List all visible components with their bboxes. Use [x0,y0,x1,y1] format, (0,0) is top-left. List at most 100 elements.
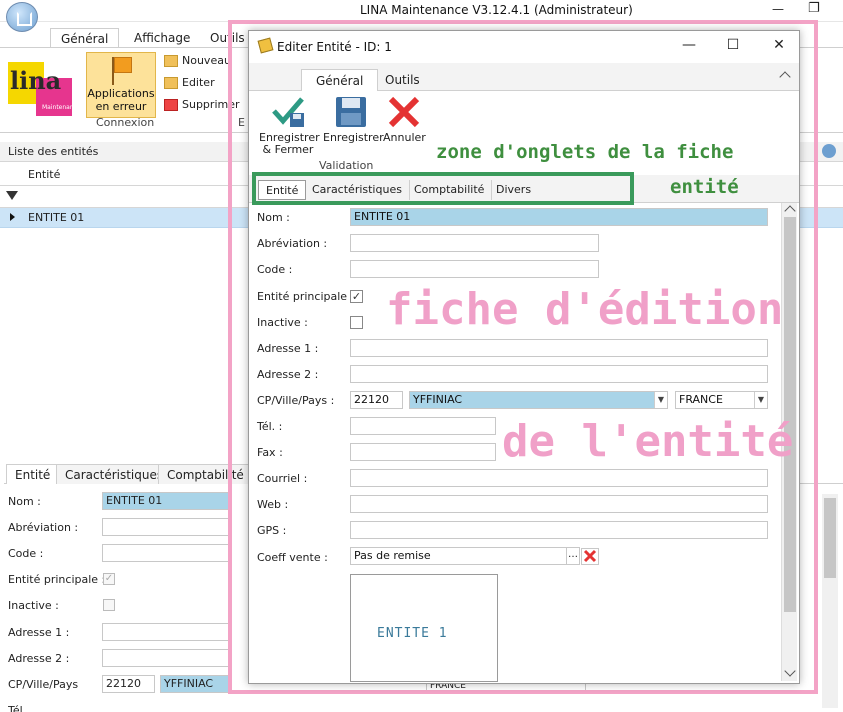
label-adresse2: Adresse 2 : [257,368,319,381]
nom-field[interactable]: ENTITE 01 [350,208,768,226]
annotation-fiche-2: de l'entité [502,416,794,467]
delete-icon [164,99,178,111]
edit-pencil-icon [257,37,274,54]
detail-label-code: Code : [8,547,44,560]
inactive-checkbox[interactable] [350,316,363,329]
detail-label-adresse2: Adresse 2 : [8,652,70,665]
detail-label-adresse1: Adresse 1 : [8,626,70,639]
gps-field[interactable] [350,521,768,539]
abreviation-field[interactable] [350,234,599,252]
collapse-ribbon-icon[interactable] [779,71,791,83]
flag-icon [110,57,132,87]
app-titlebar: LINA Maintenance V3.12.4.1 (Administrate… [0,0,843,32]
dialog-ribbon-tabs: Général Outils [249,63,799,92]
dialog-title: Editer Entité - ID: 1 [277,40,392,54]
new-icon [164,55,178,67]
label-courriel: Courriel : [257,472,308,485]
detail-label-tel: Tél. [8,704,27,712]
detail-ville-field[interactable]: YFFINIAC [160,675,232,693]
app-error-button[interactable]: Applications en erreur [86,52,156,118]
adresse1-field[interactable] [350,339,768,357]
annotation-fiche-1: fiche d'édition [386,284,784,335]
annotation-zone-onglets-1: zone d'onglets de la fiche [436,141,734,163]
pays-value: FRANCE [679,393,723,406]
nouveau-button[interactable]: Nouveau [164,54,231,74]
cancel-button[interactable]: Annuler [383,95,426,144]
lina-logo: lina Maintenance [8,56,81,124]
coeff-clear-x-icon[interactable] [581,548,599,565]
detail-tab-entite[interactable]: Entité [6,464,60,484]
app-title: LINA Maintenance V3.12.4.1 (Administrate… [360,3,633,17]
minimize-icon[interactable]: — [772,2,784,16]
save-close-icon [272,97,304,127]
detail-label-inactive: Inactive : [8,599,59,612]
label-nom: Nom : [257,211,290,224]
adresse2-field[interactable] [350,365,768,383]
dialog-scrollbar-thumb[interactable] [784,217,796,612]
courriel-field[interactable] [350,469,768,487]
entite-principale-checkbox[interactable]: ✓ [350,290,363,303]
detail-abreviation-field[interactable] [102,518,232,536]
save-close-button[interactable]: Enregistrer & Fermer [259,95,320,156]
detail-label-nom: Nom : [8,495,41,508]
dialog-close-icon[interactable]: ✕ [769,37,789,55]
tab-general[interactable]: Général [50,28,120,48]
pays-chevron-down-icon[interactable]: ▼ [754,392,767,408]
dialog-tab-outils[interactable]: Outils [371,69,434,91]
home-icon[interactable] [822,144,836,158]
detail-label-cp-ville: CP/Ville/Pays [8,678,79,691]
annotation-frame-green [252,172,634,205]
label-cp-ville-pays: CP/Ville/Pays : [257,394,335,407]
tel-field[interactable] [350,417,496,435]
label-gps: GPS : [257,524,287,537]
detail-adresse2-field[interactable] [102,649,232,667]
detail-scrollbar[interactable] [822,494,838,708]
scroll-up-icon[interactable] [784,205,796,217]
code-field[interactable] [350,260,599,278]
detail-cp-field[interactable]: 22120 [102,675,155,693]
cancel-x-icon [388,96,420,128]
dialog-tab-general[interactable]: Général [301,69,379,92]
ville-chevron-down-icon[interactable]: ▼ [654,392,667,408]
edit-icon [164,77,178,89]
detail-entite-principale-checkbox[interactable]: ✓ [103,573,115,585]
connexion-group-label: Connexion [96,116,155,129]
photo-handwritten-text: ENTITE 1 [377,626,448,641]
floppy-disk-icon [336,97,366,127]
ville-value: YFFINIAC [413,393,463,406]
web-field[interactable] [350,495,768,513]
label-entite-principale: Entité principale : [257,290,355,303]
dialog-minimize-icon[interactable]: — [679,37,699,55]
ville-select[interactable]: YFFINIAC ▼ [409,391,668,409]
detail-code-field[interactable] [102,544,232,562]
detail-inactive-checkbox[interactable] [103,599,115,611]
label-abreviation: Abréviation : [257,237,328,250]
filter-icon[interactable] [6,191,18,200]
fax-field[interactable] [350,443,496,461]
detail-nom-field[interactable]: ENTITE 01 [102,492,232,510]
label-adresse1: Adresse 1 : [257,342,319,355]
label-coeff-vente: Coeff vente : [257,551,328,564]
pays-select[interactable]: FRANCE ▼ [675,391,768,409]
dialog-maximize-icon[interactable]: ☐ [723,37,743,55]
cp-field[interactable]: 22120 [350,391,403,409]
detail-label-entite-principale: Entité principale : [8,573,106,586]
tab-affichage[interactable]: Affichage [124,28,200,48]
validation-group-label: Validation [319,159,374,172]
coeff-browse-button[interactable]: … [566,547,580,565]
annotation-zone-onglets-2: entité [670,176,739,198]
entity-photo[interactable]: ENTITE 1 [350,574,498,682]
label-web: Web : [257,498,289,511]
row-indicator-icon [10,213,15,221]
dialog-titlebar: Editer Entité - ID: 1 — ☐ ✕ [249,31,799,63]
detail-scrollbar-thumb[interactable] [824,498,836,578]
coeff-vente-field[interactable]: Pas de remise [350,547,568,565]
label-fax: Fax : [257,446,283,459]
restore-icon[interactable]: ❐ [808,1,820,16]
detail-adresse1-field[interactable] [102,623,232,641]
editer-button[interactable]: Editer [164,76,215,96]
label-code: Code : [257,263,293,276]
save-button[interactable]: Enregistrer [323,95,384,144]
detail-tab-caracteristiques[interactable]: Caractéristiques [56,464,173,484]
scroll-down-icon[interactable] [784,665,796,677]
